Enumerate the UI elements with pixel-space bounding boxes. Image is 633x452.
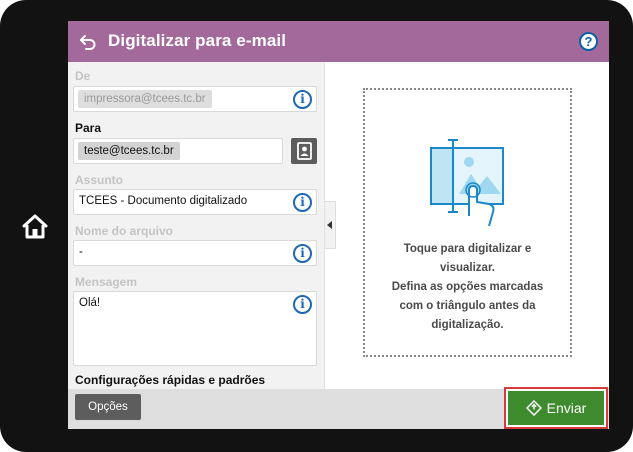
printer-screen: Digitalizar para e-mail ? De impressora@… [68,21,609,429]
contact-book-button[interactable] [291,138,317,164]
title-bar: Digitalizar para e-mail ? [68,21,609,62]
quick-settings-title[interactable]: Configurações rápidas e padrões [75,373,265,387]
scan-preview-icon [430,139,504,227]
preview-line: visualizar. [440,262,495,274]
from-label: De [75,69,91,83]
scan-preview-area[interactable]: Toque para digitalizar e visualizar. Def… [363,88,572,357]
info-icon[interactable]: i [293,90,312,109]
subject-label: Assunto [75,173,123,187]
to-address-chip[interactable]: teste@tcees.tc.br [78,142,180,160]
filename-label: Nome do arquivo [75,224,174,238]
preview-instructions: Toque para digitalizar e visualizar. Def… [365,240,570,335]
filename-field[interactable]: - i [73,240,317,266]
page-title: Digitalizar para e-mail [108,31,287,50]
preview-line: Defina as opções marcadas [391,281,544,293]
send-label: Enviar [546,400,587,416]
send-button[interactable]: Enviar [504,387,608,429]
filename-value: - [79,246,83,258]
action-bar: Opções Enviar [68,387,609,429]
options-button[interactable]: Opções [75,394,141,420]
help-icon[interactable]: ? [579,32,598,51]
back-icon[interactable] [78,32,98,52]
collapse-panel-button[interactable] [325,201,336,249]
contact-book-icon [297,142,312,160]
info-icon[interactable]: i [293,295,312,314]
home-icon[interactable] [21,212,49,240]
subject-value: TCEES - Documento digitalizado [79,195,248,207]
preview-line: digitalização. [431,319,504,331]
to-field[interactable]: teste@tcees.tc.br [73,138,283,164]
send-diamond-icon [525,400,542,416]
preview-line: com o triângulo antes da [399,300,536,312]
from-field: impressora@tcees.tc.br i [73,86,317,112]
subject-field[interactable]: TCEES - Documento digitalizado i [73,189,317,215]
message-label: Mensagem [75,275,138,289]
preview-line: Toque para digitalizar e [403,243,532,255]
message-value: Olá! [79,297,101,309]
email-form: De impressora@tcees.tc.br i Para teste@t… [68,62,324,389]
from-address-chip: impressora@tcees.tc.br [78,90,212,108]
info-icon[interactable]: i [293,244,312,263]
info-icon[interactable]: i [293,193,312,212]
message-field[interactable]: Olá! i [73,291,317,366]
to-label: Para [75,121,102,135]
collapse-arrow-icon [327,221,332,229]
